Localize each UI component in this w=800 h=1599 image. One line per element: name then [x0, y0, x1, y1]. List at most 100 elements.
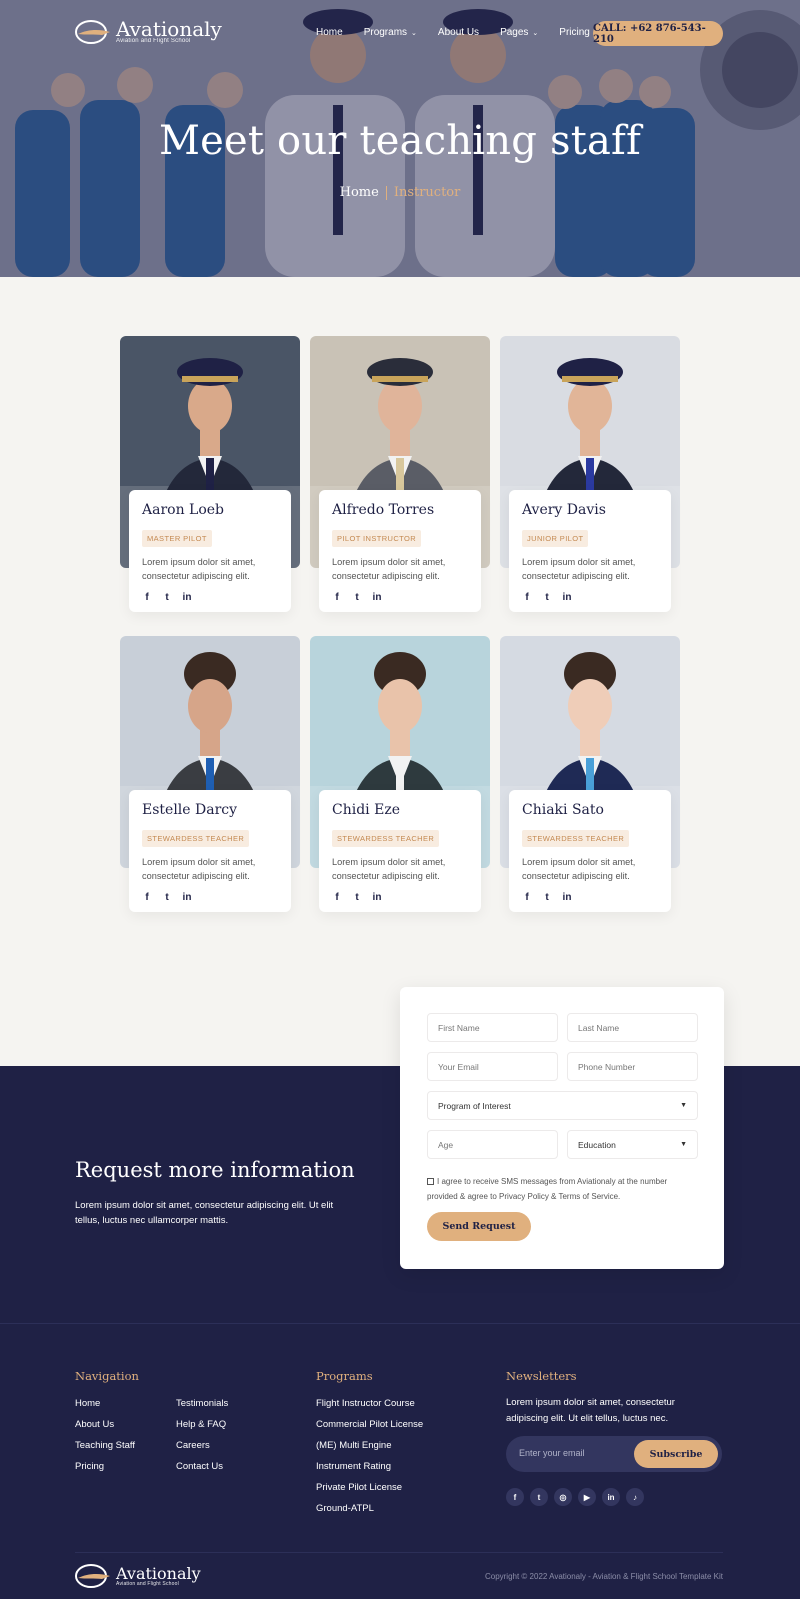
- linkedin-icon[interactable]: in: [562, 892, 572, 903]
- subscribe-button[interactable]: Subscribe: [634, 1440, 718, 1468]
- email-field[interactable]: Your Email: [427, 1052, 558, 1081]
- chevron-down-icon: ⌄: [411, 29, 417, 37]
- nav-pricing[interactable]: Pricing: [559, 27, 590, 38]
- staff-card[interactable]: Avery Davis JUNIOR PILOT Lorem ipsum dol…: [500, 336, 680, 616]
- footer-program-link[interactable]: Ground-ATPL: [316, 1503, 374, 1514]
- staff-info: Chiaki Sato STEWARDESS TEACHER Lorem ips…: [509, 790, 671, 912]
- footer-nav-link[interactable]: About Us: [75, 1419, 114, 1430]
- first-name-field[interactable]: First Name: [427, 1013, 558, 1042]
- twitter-icon[interactable]: t: [530, 1488, 548, 1506]
- agree-consent: I agree to receive SMS messages from Avi…: [427, 1174, 697, 1204]
- linkedin-icon[interactable]: in: [182, 592, 192, 603]
- education-value: Education: [578, 1139, 616, 1150]
- footer-nav-link[interactable]: Contact Us: [176, 1461, 223, 1472]
- twitter-icon[interactable]: t: [542, 892, 552, 903]
- staff-socials: f t in: [332, 892, 468, 903]
- footer-nav-link[interactable]: Careers: [176, 1440, 210, 1451]
- facebook-icon[interactable]: f: [332, 892, 342, 903]
- facebook-icon[interactable]: f: [506, 1488, 524, 1506]
- staff-name: Alfredo Torres: [332, 502, 435, 518]
- staff-bio: Lorem ipsum dolor sit amet, consectetur …: [522, 557, 636, 581]
- staff-name: Aaron Loeb: [142, 502, 225, 518]
- twitter-icon[interactable]: t: [162, 592, 172, 603]
- instagram-icon[interactable]: ◎: [554, 1488, 572, 1506]
- staff-socials: f t in: [142, 892, 278, 903]
- linkedin-icon[interactable]: in: [372, 892, 382, 903]
- last-name-field[interactable]: Last Name: [567, 1013, 698, 1042]
- send-request-button[interactable]: Send Request: [427, 1212, 531, 1241]
- staff-role-badge: STEWARDESS TEACHER: [142, 830, 250, 847]
- twitter-icon[interactable]: t: [542, 592, 552, 603]
- call-button[interactable]: CALL: +62 876-543-210: [593, 21, 723, 46]
- staff-bio: Lorem ipsum dolor sit amet, consectetur …: [332, 857, 446, 881]
- agree-checkbox[interactable]: [427, 1178, 434, 1186]
- tiktok-icon[interactable]: ♪: [626, 1488, 644, 1506]
- staff-role-badge: PILOT INSTRUCTOR: [332, 530, 422, 547]
- facebook-icon[interactable]: f: [332, 592, 342, 603]
- facebook-icon[interactable]: f: [522, 892, 532, 903]
- linkedin-icon[interactable]: in: [602, 1488, 620, 1506]
- staff-info: Chidi Eze STEWARDESS TEACHER Lorem ipsum…: [319, 790, 481, 912]
- staff-role-badge: STEWARDESS TEACHER: [522, 830, 630, 847]
- footer-program-link[interactable]: Private Pilot License: [316, 1482, 402, 1493]
- request-text: Lorem ipsum dolor sit amet, consectetur …: [75, 1200, 334, 1226]
- newsletter-email-input[interactable]: Enter your email: [519, 1448, 585, 1458]
- nav-programs-label: Programs: [363, 27, 408, 38]
- twitter-icon[interactable]: t: [162, 892, 172, 903]
- education-select[interactable]: Education ▼: [567, 1130, 698, 1159]
- nav-home[interactable]: Home: [316, 27, 343, 38]
- footer-navigation-title: Navigation: [75, 1369, 139, 1383]
- footer-nav-link[interactable]: Testimonials: [176, 1398, 228, 1409]
- staff-card[interactable]: Chidi Eze STEWARDESS TEACHER Lorem ipsum…: [310, 636, 490, 916]
- twitter-icon[interactable]: t: [352, 892, 362, 903]
- footer-newsletter-title: Newsletters: [506, 1369, 577, 1383]
- footer-nav-link[interactable]: Teaching Staff: [75, 1440, 135, 1451]
- facebook-icon[interactable]: f: [142, 892, 152, 903]
- phone-field[interactable]: Phone Number: [567, 1052, 698, 1081]
- staff-role-badge: MASTER PILOT: [142, 530, 212, 547]
- email-placeholder: Your Email: [438, 1061, 479, 1072]
- footer-program-link[interactable]: Instrument Rating: [316, 1461, 391, 1472]
- linkedin-icon[interactable]: in: [372, 592, 382, 603]
- nav-pages[interactable]: Pages ⌄: [500, 27, 538, 38]
- breadcrumb-current: Instructor: [393, 185, 461, 200]
- footer-bottom-divider: [75, 1552, 723, 1553]
- nav-about-label: About Us: [437, 27, 480, 38]
- staff-card[interactable]: Aaron Loeb MASTER PILOT Lorem ipsum dolo…: [120, 336, 300, 616]
- footer-program-link[interactable]: Flight Instructor Course: [316, 1398, 415, 1409]
- facebook-icon[interactable]: f: [522, 592, 532, 603]
- staff-card[interactable]: Alfredo Torres PILOT INSTRUCTOR Lorem ip…: [310, 336, 490, 616]
- nav-programs[interactable]: Programs ⌄: [364, 27, 417, 38]
- linkedin-icon[interactable]: in: [182, 892, 192, 903]
- program-select[interactable]: Program of Interest ▼: [427, 1091, 698, 1120]
- staff-name: Estelle Darcy: [142, 802, 238, 818]
- twitter-icon[interactable]: t: [352, 592, 362, 603]
- staff-name: Avery Davis: [522, 502, 606, 518]
- footer-program-link[interactable]: (ME) Multi Engine: [316, 1440, 392, 1451]
- staff-socials: f t in: [332, 592, 468, 603]
- staff-card[interactable]: Estelle Darcy STEWARDESS TEACHER Lorem i…: [120, 636, 300, 916]
- linkedin-icon[interactable]: in: [562, 592, 572, 603]
- program-value: Program of Interest: [438, 1100, 511, 1111]
- nav-about-us[interactable]: About Us: [438, 27, 479, 38]
- staff-socials: f t in: [522, 592, 658, 603]
- breadcrumb-home[interactable]: Home: [340, 185, 379, 200]
- staff-card[interactable]: Chiaki Sato STEWARDESS TEACHER Lorem ips…: [500, 636, 680, 916]
- footer-nav-link[interactable]: Home: [75, 1398, 100, 1409]
- age-placeholder: Age: [438, 1139, 454, 1150]
- youtube-icon[interactable]: ▶: [578, 1488, 596, 1506]
- request-form: First Name Last Name Your Email Phone Nu…: [400, 987, 724, 1269]
- footer-social-row: f t ◎ ▶ in ♪: [506, 1488, 644, 1506]
- phone-placeholder: Phone Number: [578, 1061, 636, 1072]
- footer-nav-link[interactable]: Pricing: [75, 1461, 104, 1472]
- staff-bio: Lorem ipsum dolor sit amet, consectetur …: [522, 857, 636, 881]
- facebook-icon[interactable]: f: [142, 592, 152, 603]
- staff-name: Chidi Eze: [332, 802, 400, 818]
- age-field[interactable]: Age: [427, 1130, 558, 1159]
- main-nav: Home Programs ⌄ About Us Pages ⌄ Pricing: [316, 27, 611, 38]
- brand-logo[interactable]: Avationaly Aviation and Flight School: [74, 19, 222, 45]
- footer-program-link[interactable]: Commercial Pilot License: [316, 1419, 423, 1430]
- footer-nav-link[interactable]: Help & FAQ: [176, 1419, 226, 1430]
- footer-logo[interactable]: Avationaly Aviation and Flight School: [74, 1563, 201, 1589]
- footer-divider: [0, 1323, 800, 1324]
